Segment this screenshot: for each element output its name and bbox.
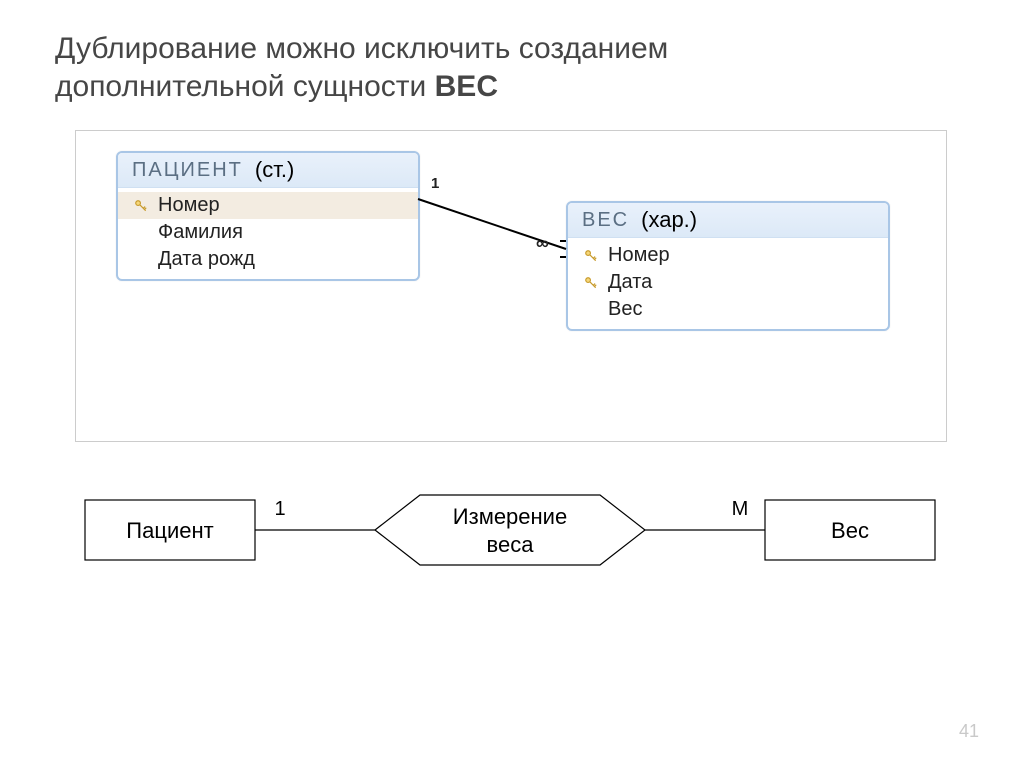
entity-patient-rows: Номер Фамилия Дата рожд: [118, 188, 418, 279]
weight-field-label: Дата: [608, 271, 652, 294]
cardinality-left: 1: [431, 175, 439, 192]
weight-row: Вес: [568, 296, 888, 323]
patient-field-label: Дата рожд: [158, 248, 255, 271]
entity-patient: ПАЦИЕНТ (ст.) Номер Фамилия Дата рожд: [116, 151, 420, 281]
page-number: 41: [959, 721, 979, 742]
er-diagram: Пациент 1 Измерение веса М Вес: [75, 470, 945, 590]
weight-row: Номер: [568, 242, 888, 269]
entity-weight-header: ВЕС (хар.): [568, 203, 888, 238]
entity-patient-name: ПАЦИЕНТ: [132, 159, 243, 182]
patient-field-label: Фамилия: [158, 221, 243, 244]
entity-patient-header: ПАЦИЕНТ (ст.): [118, 153, 418, 188]
patient-row: Фамилия: [118, 219, 418, 246]
patient-row: Номер: [118, 192, 418, 219]
entity-weight-annotation: (хар.): [641, 207, 697, 233]
er-entity-left: Пациент: [126, 518, 213, 543]
title-line2-bold: ВЕС: [435, 70, 498, 103]
entity-patient-annotation: (ст.): [255, 157, 294, 183]
er-card-left: 1: [274, 498, 285, 520]
er-entity-right: Вес: [831, 518, 869, 543]
entity-weight: ВЕС (хар.) Номер Дата Вес: [566, 201, 890, 331]
weight-field-label: Номер: [608, 244, 670, 267]
cardinality-right: ∞: [536, 233, 549, 254]
key-icon: [582, 276, 600, 290]
patient-row: Дата рожд: [118, 246, 418, 273]
entity-weight-name: ВЕС: [582, 209, 629, 232]
key-icon: [582, 249, 600, 263]
er-rel-line1: Измерение: [453, 504, 567, 529]
weight-field-label: Вес: [608, 298, 642, 321]
er-rel-line2: веса: [487, 532, 535, 557]
er-card-right: М: [732, 498, 749, 520]
patient-field-label: Номер: [158, 194, 220, 217]
title-line1: Дублирование можно исключить созданием: [55, 32, 668, 65]
weight-row: Дата: [568, 269, 888, 296]
relationship-panel: ПАЦИЕНТ (ст.) Номер Фамилия Дата рожд ВЕС …: [75, 130, 947, 442]
key-icon: [132, 199, 150, 213]
title-line2-pre: дополнительной сущности: [55, 70, 435, 103]
entity-weight-rows: Номер Дата Вес: [568, 238, 888, 329]
slide-title: Дублирование можно исключить созданием д…: [55, 30, 955, 105]
